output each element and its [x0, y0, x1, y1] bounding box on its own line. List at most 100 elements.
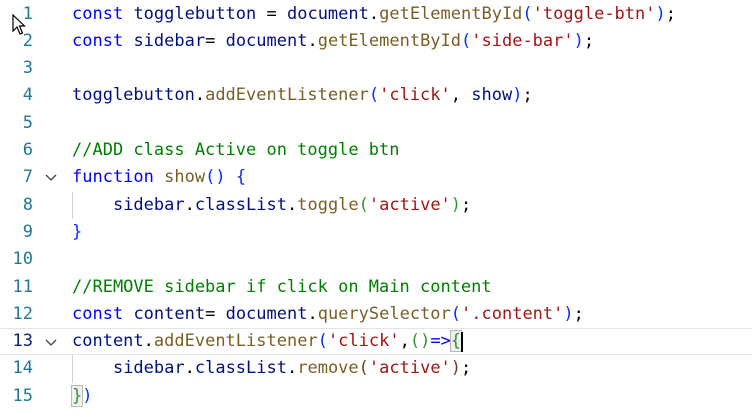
code-token: addEventListener	[153, 331, 318, 352]
code-token: .	[286, 194, 298, 215]
code-token: )	[563, 303, 574, 324]
code-token: const	[72, 303, 124, 324]
line-number: 7	[22, 167, 33, 188]
code-token: (	[358, 358, 369, 379]
code-line[interactable]: 13 content.addEventListener('click',()=>{	[0, 328, 752, 356]
fold-chevron-down-icon[interactable]	[44, 164, 58, 191]
code-token: =>	[430, 331, 451, 352]
code-text: sidebar.classList.toggle('active');	[72, 192, 471, 219]
code-token: classList	[194, 194, 287, 215]
code-token: sidebar	[112, 194, 185, 215]
code-text: //ADD class Active on toggle btn	[72, 137, 400, 164]
code-token: 'toggle-btn'	[532, 3, 656, 24]
code-token: show	[164, 167, 206, 188]
line-number: 3	[22, 58, 33, 79]
code-line[interactable]: 9}	[0, 219, 752, 246]
code-token: ()	[205, 167, 226, 188]
code-token: ;	[583, 30, 595, 51]
code-token: togglebutton	[133, 3, 257, 24]
code-token: =	[205, 303, 226, 324]
code-token: 'active'	[368, 358, 451, 379]
indent-guide	[72, 355, 73, 383]
code-editor[interactable]: 1 const togglebutton = document.getElemen…	[0, 0, 752, 417]
code-token: querySelector	[317, 303, 451, 324]
code-token: )	[573, 30, 584, 51]
code-line[interactable]: 1 const togglebutton = document.getElemen…	[0, 1, 752, 28]
code-token: '.content'	[461, 303, 564, 324]
code-token: ;	[461, 358, 472, 379]
code-line[interactable]: 5	[0, 110, 752, 137]
code-token: (	[368, 85, 380, 106]
code-text: sidebar.classList.remove('active');	[72, 355, 471, 382]
code-token: (	[450, 303, 462, 324]
line-number: 15	[12, 385, 33, 406]
code-token: =	[205, 30, 226, 51]
code-line[interactable]: 12 const content= document.querySelector(…	[0, 301, 752, 328]
code-token: .	[194, 85, 206, 106]
code-token: 'active'	[368, 194, 451, 215]
code-token: ;	[461, 194, 472, 215]
line-number: 11	[12, 276, 33, 297]
fold-chevron-down-icon[interactable]	[44, 329, 58, 354]
line-number: 4	[22, 85, 33, 106]
code-text: const sidebar= document.getElementById('…	[72, 28, 594, 55]
line-number: 13	[12, 331, 33, 352]
code-token: .	[307, 303, 318, 324]
code-token: (	[317, 331, 328, 352]
code-line[interactable]: 6 //ADD class Active on toggle btn	[0, 137, 752, 164]
code-token: .	[143, 331, 154, 352]
code-token: content	[72, 331, 144, 352]
code-token: //REMOVE sidebar if click on Main conten…	[72, 276, 492, 297]
code-token: .	[286, 358, 298, 379]
code-token: (	[358, 194, 369, 215]
code-token: content	[133, 303, 206, 324]
code-token: 'side-bar'	[471, 30, 574, 51]
code-token: .	[184, 194, 195, 215]
mouse-pointer	[12, 13, 26, 41]
code-token: ;	[522, 85, 533, 106]
text-cursor	[461, 332, 464, 353]
code-token: )	[82, 385, 93, 406]
code-token: 'click'	[379, 85, 451, 106]
code-token: {	[449, 330, 463, 353]
code-line[interactable]: 10	[0, 246, 752, 273]
code-token: document	[286, 3, 369, 24]
code-token: )	[655, 3, 666, 24]
code-line[interactable]: 15})	[0, 383, 752, 410]
code-line[interactable]: 8 sidebar.classList.toggle('active');	[0, 192, 752, 219]
code-token: ()	[409, 331, 431, 352]
line-number: 10	[12, 249, 33, 270]
code-token: ,	[450, 85, 472, 106]
code-token: //ADD class Active on toggle btn	[72, 140, 400, 160]
code-text: }	[72, 219, 82, 246]
code-token: (	[461, 30, 472, 51]
code-token: ;	[665, 3, 676, 24]
line-number: 12	[12, 303, 33, 324]
line-number: 9	[22, 221, 33, 242]
code-token: ,	[399, 331, 410, 352]
code-text: togglebutton.addEventListener('click', s…	[72, 82, 533, 109]
code-text: content.addEventListener('click',()=>{	[72, 329, 463, 354]
code-token: (	[522, 3, 533, 24]
code-line[interactable]: 7 function show() {	[0, 164, 752, 191]
code-line[interactable]: 2 const sidebar= document.getElementById(…	[0, 28, 752, 55]
code-token: const	[72, 30, 124, 51]
code-token: sidebar	[133, 30, 206, 51]
code-token: 'click'	[327, 331, 400, 352]
code-token: document	[225, 30, 308, 51]
code-token: {	[235, 167, 247, 188]
code-text: const content= document.querySelector('.…	[72, 301, 584, 328]
line-number: 14	[12, 358, 33, 379]
code-token: document	[225, 303, 308, 324]
code-line[interactable]: 3	[0, 55, 752, 82]
code-text: })	[70, 383, 93, 410]
code-line[interactable]: 11 //REMOVE sidebar if click on Main cont…	[0, 274, 752, 301]
code-text: const togglebutton = document.getElement…	[72, 1, 676, 28]
code-line[interactable]: 4 togglebutton.addEventListener('click', …	[0, 82, 752, 109]
code-line[interactable]: 14 sidebar.classList.remove('active');	[0, 355, 752, 382]
code-token: .	[184, 358, 195, 379]
